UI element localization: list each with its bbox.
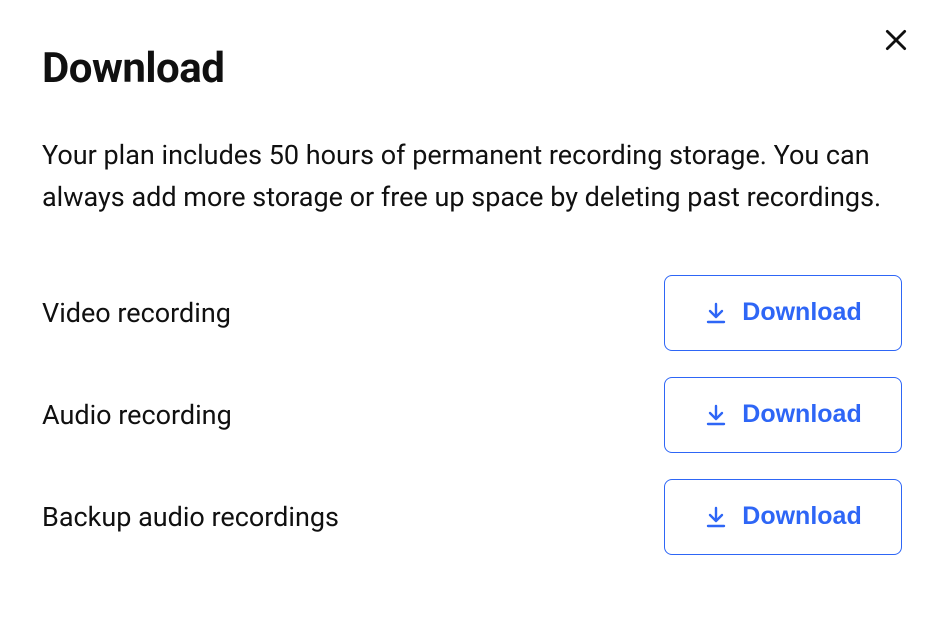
download-label: Backup audio recordings xyxy=(42,501,339,533)
dialog-description: Your plan includes 50 hours of permanent… xyxy=(42,135,902,219)
download-button-label: Download xyxy=(742,298,861,327)
download-button-video[interactable]: Download xyxy=(664,275,902,351)
download-button-backup-audio[interactable]: Download xyxy=(664,479,902,555)
download-label: Audio recording xyxy=(42,399,232,431)
close-button[interactable] xyxy=(880,24,912,56)
download-button-label: Download xyxy=(742,502,861,531)
download-row-audio: Audio recording Download xyxy=(42,377,902,453)
download-label: Video recording xyxy=(42,297,231,329)
download-button-audio[interactable]: Download xyxy=(664,377,902,453)
download-dialog: Download Your plan includes 50 hours of … xyxy=(0,0,944,597)
dialog-title: Download xyxy=(42,44,902,93)
download-icon xyxy=(704,505,728,529)
download-list: Video recording Download Audio recording… xyxy=(42,275,902,555)
download-row-video: Video recording Download xyxy=(42,275,902,351)
close-icon xyxy=(883,27,909,53)
download-icon xyxy=(704,403,728,427)
download-button-label: Download xyxy=(742,400,861,429)
download-row-backup-audio: Backup audio recordings Download xyxy=(42,479,902,555)
download-icon xyxy=(704,301,728,325)
